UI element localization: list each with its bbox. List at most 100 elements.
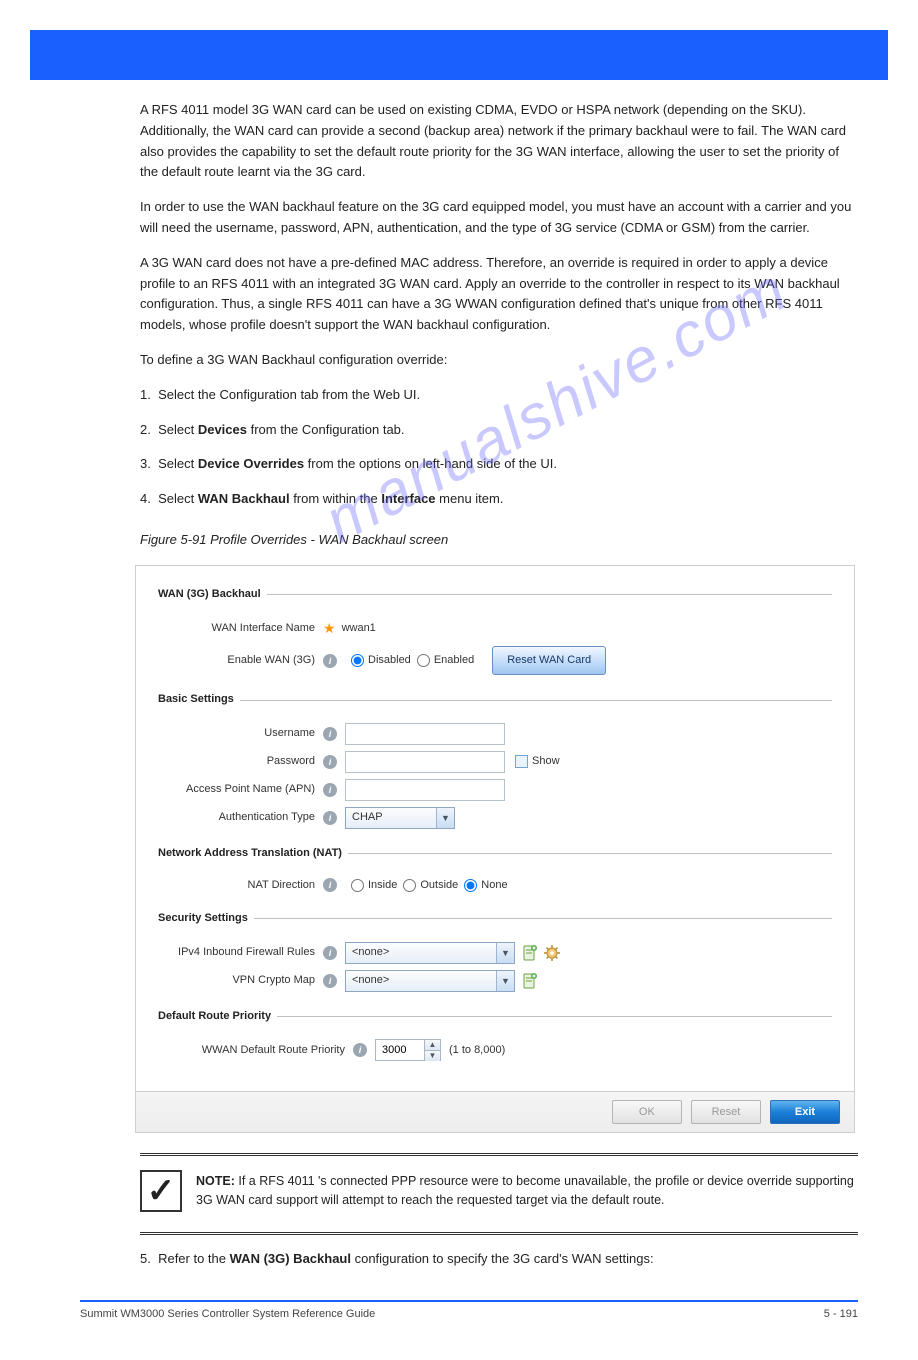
info-icon[interactable]: i [323,946,337,960]
label-username: Username [158,725,323,743]
info-icon[interactable]: i [323,811,337,825]
step-2-a: Select [158,422,198,437]
auth-type-select[interactable]: CHAP ▼ [345,807,455,829]
priority-hint: (1 to 8,000) [449,1042,505,1060]
label-radio-disabled: Disabled [368,652,411,670]
info-icon[interactable]: i [323,878,337,892]
step-3: 3. Select Device Overrides from the opti… [140,454,858,475]
section-security: Security Settings IPv4 Inbound Firewall … [158,910,832,998]
paragraph-1: A RFS 4011 model 3G WAN card can be used… [140,100,858,183]
exit-button[interactable]: Exit [770,1100,840,1124]
username-input[interactable] [345,723,505,745]
paragraph-4: To define a 3G WAN Backhaul configuratio… [140,350,858,371]
divider-top [140,1153,858,1156]
label-vpn-crypto: VPN Crypto Map [158,972,323,990]
step-4-c: from within the [290,491,382,506]
gear-icon[interactable] [543,944,561,962]
radio-enabled[interactable] [417,654,430,667]
legend-route-priority: Default Route Priority [158,1008,277,1026]
label-radio-inside: Inside [368,877,397,895]
label-nat-direction: NAT Direction [158,877,323,895]
label-apn: Access Point Name (APN) [158,781,323,799]
dialog-footer: OK Reset Exit [136,1091,854,1132]
paragraph-3: A 3G WAN card does not have a pre-define… [140,253,858,336]
step-1-text: Select the Configuration tab from the We… [158,387,420,402]
section-route-priority: Default Route Priority WWAN Default Rout… [158,1008,832,1068]
label-radio-none: None [481,877,507,895]
legend-basic-settings: Basic Settings [158,691,240,709]
vpn-select[interactable]: <none> ▼ [345,970,515,992]
divider-bottom [140,1232,858,1235]
note-text: NOTE: If a RFS 4011 's connected PPP res… [196,1170,858,1210]
step-2: 2. Select Devices from the Configuration… [140,420,858,441]
label-password: Password [158,753,323,771]
spinner-down-icon[interactable]: ▼ [425,1051,440,1061]
info-icon[interactable]: i [353,1043,367,1057]
reset-wan-card-button[interactable]: Reset WAN Card [492,646,606,676]
show-password-checkbox[interactable] [515,755,528,768]
check-icon: ✓ [140,1170,182,1212]
info-icon[interactable]: i [323,727,337,741]
value-wan-interface-name: wwan1 [342,620,376,638]
step-2-c: from the Configuration tab. [247,422,405,437]
step-5-a: Refer to the [158,1251,230,1266]
label-wan-interface-name: WAN Interface Name [158,620,323,638]
ok-button[interactable]: OK [612,1100,682,1124]
step-4: 4. Select WAN Backhaul from within the I… [140,489,858,510]
label-firewall-rules: IPv4 Inbound Firewall Rules [158,944,323,962]
vpn-value: <none> [352,972,496,990]
radio-outside[interactable] [403,879,416,892]
wan-backhaul-dialog: WAN (3G) Backhaul WAN Interface Name ★ w… [135,565,855,1134]
footer-left: Summit WM3000 Series Controller System R… [80,1308,375,1320]
radio-disabled[interactable] [351,654,364,667]
password-input[interactable] [345,751,505,773]
info-icon[interactable]: i [323,755,337,769]
chevron-down-icon: ▼ [496,971,514,991]
step-2-b: Devices [198,422,247,437]
info-icon[interactable]: i [323,654,337,668]
step-4-d: Interface [381,491,435,506]
priority-spinner[interactable]: ▲ ▼ [375,1039,441,1061]
step-4-a: Select [158,491,198,506]
required-star-icon: ★ [323,617,336,639]
note-label: NOTE: [196,1174,235,1188]
apn-input[interactable] [345,779,505,801]
legend-wan-backhaul: WAN (3G) Backhaul [158,586,267,604]
step-3-b: Device Overrides [198,456,304,471]
note-body: If a RFS 4011 's connected PPP resource … [196,1174,854,1207]
reset-button[interactable]: Reset [691,1100,761,1124]
radio-none[interactable] [464,879,477,892]
legend-security: Security Settings [158,910,254,928]
priority-input[interactable] [376,1040,424,1060]
info-icon[interactable]: i [323,974,337,988]
step-5: 5. Refer to the WAN (3G) Backhaul config… [140,1249,858,1270]
page-header-bar [30,30,888,80]
info-icon[interactable]: i [323,783,337,797]
step-3-c: from the options on left-hand side of th… [304,456,557,471]
note-block: ✓ NOTE: If a RFS 4011 's connected PPP r… [140,1170,858,1212]
section-nat: Network Address Translation (NAT) NAT Di… [158,845,832,900]
firewall-select[interactable]: <none> ▼ [345,942,515,964]
label-wwan-priority: WWAN Default Route Priority [158,1042,353,1060]
auth-type-value: CHAP [352,809,436,827]
spinner-up-icon[interactable]: ▲ [425,1040,440,1051]
step-1: 1. Select the Configuration tab from the… [140,385,858,406]
page-footer: Summit WM3000 Series Controller System R… [80,1300,858,1320]
label-radio-enabled: Enabled [434,652,474,670]
section-basic-settings: Basic Settings Username i Password i Sho… [158,691,832,835]
step-5-c: configuration to specify the 3G card's W… [351,1251,654,1266]
firewall-value: <none> [352,944,496,962]
label-enable-wan: Enable WAN (3G) [158,652,323,670]
label-radio-outside: Outside [420,877,458,895]
chevron-down-icon: ▼ [496,943,514,963]
figure-caption: Figure 5-91 Profile Overrides - WAN Back… [140,530,858,551]
paragraph-2: In order to use the WAN backhaul feature… [140,197,858,239]
step-4-b: WAN Backhaul [198,491,290,506]
radio-inside[interactable] [351,879,364,892]
add-doc-icon[interactable] [521,972,539,990]
chevron-down-icon: ▼ [436,808,454,828]
add-doc-icon[interactable] [521,944,539,962]
step-4-e: menu item. [436,491,504,506]
step-5-b: WAN (3G) Backhaul [230,1251,351,1266]
label-show: Show [532,753,560,771]
